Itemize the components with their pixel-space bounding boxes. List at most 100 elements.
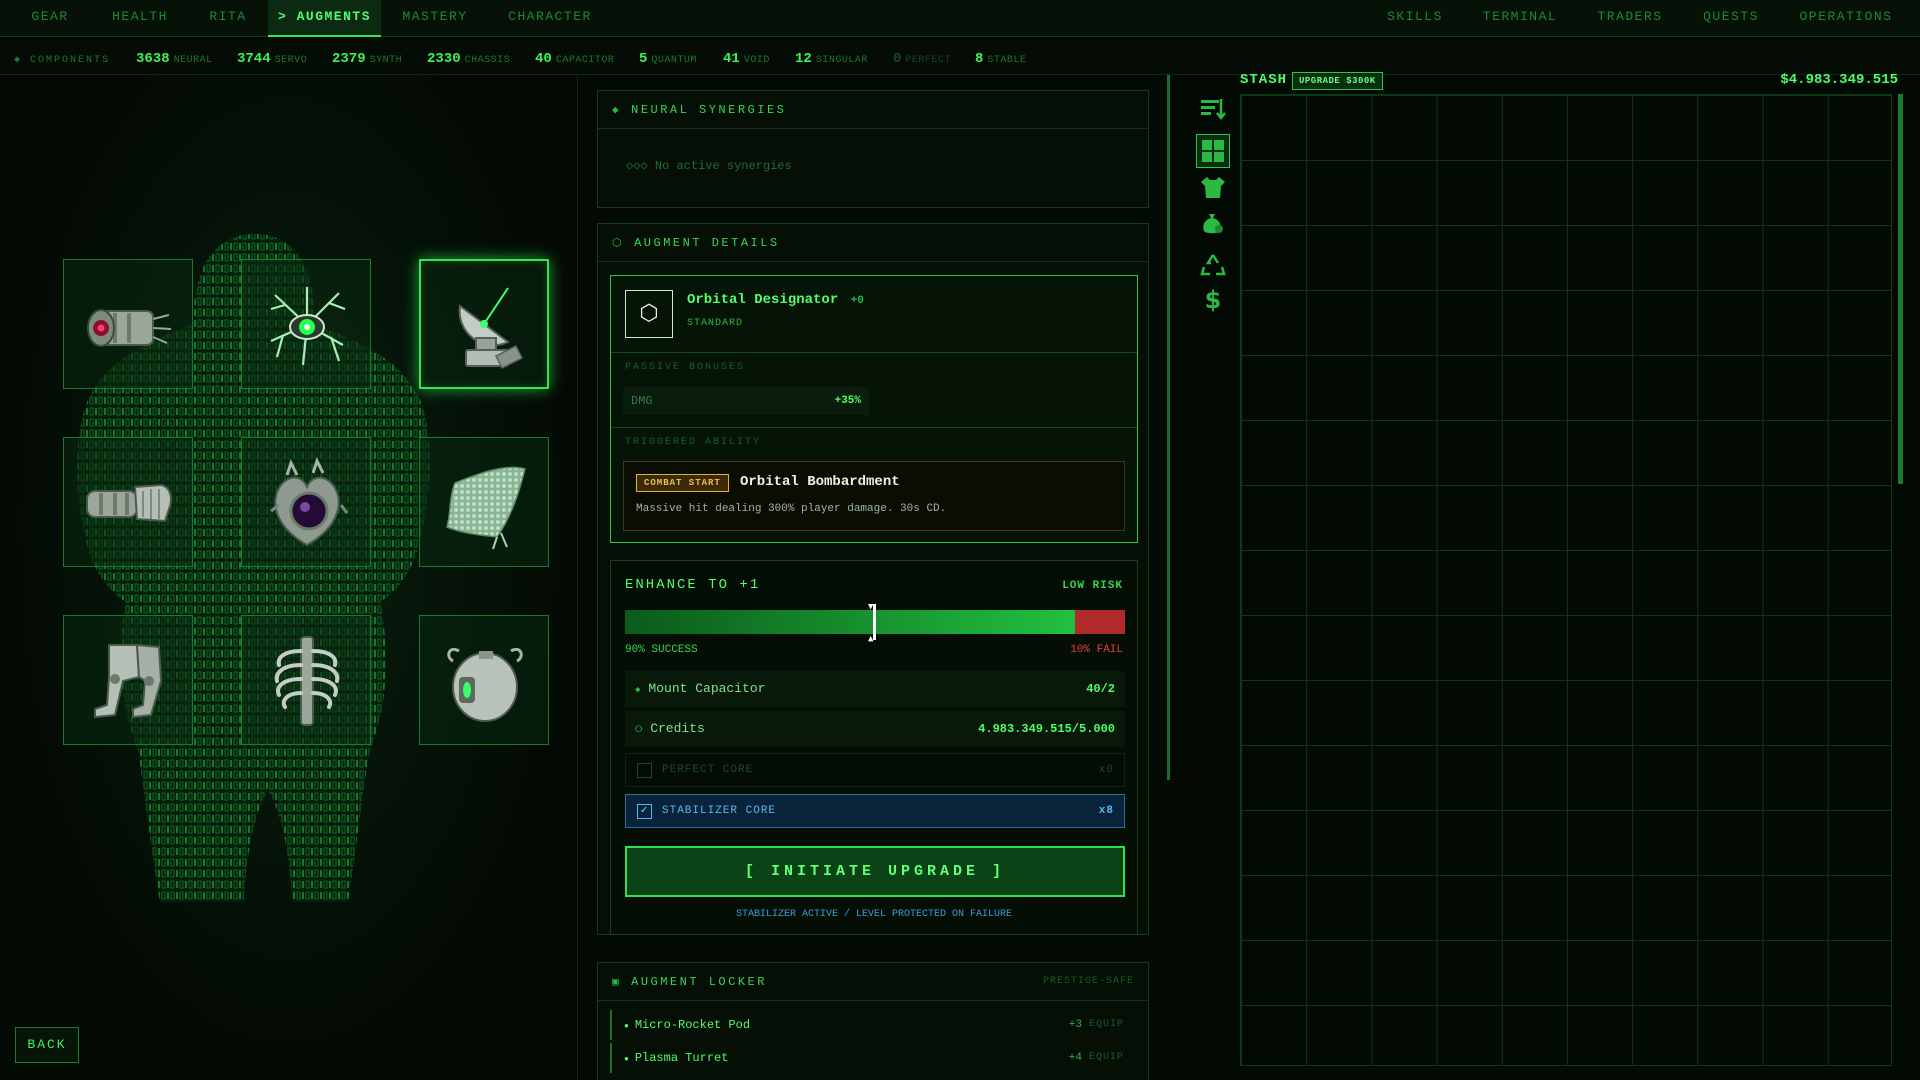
trigger-badge: COMBAT START: [636, 474, 729, 492]
tab-rita[interactable]: RITA: [198, 0, 258, 37]
passive-stat-value: +35%: [834, 395, 861, 407]
perfect-core-option[interactable]: PERFECT CORE x0: [625, 753, 1125, 787]
tab-operations[interactable]: OPERATIONS: [1796, 0, 1896, 37]
odds-success-fill: [625, 610, 1075, 634]
augment-level: +0: [850, 295, 864, 307]
divider: [611, 352, 1137, 353]
divider: [611, 427, 1137, 428]
spine-ribcage-icon: [274, 636, 340, 726]
components-title: ◆ COMPONENTS: [14, 55, 111, 66]
equip-button[interactable]: EQUIP: [1089, 1043, 1124, 1073]
component-void: 41 VOID: [723, 51, 770, 67]
stabilizer-note: STABILIZER ACTIVE / LEVEL PROTECTED ON F…: [735, 909, 1013, 920]
locker-item-level: +4: [1068, 1052, 1082, 1064]
tab-quests[interactable]: QUESTS: [1698, 0, 1764, 37]
initiate-upgrade-button[interactable]: [ INITIATE UPGRADE ]: [625, 846, 1125, 897]
tab-gear[interactable]: GEAR: [18, 0, 82, 37]
success-label: 90% SUCCESS: [625, 644, 698, 656]
equip-button[interactable]: EQUIP: [1089, 1010, 1124, 1040]
augment-details-card: ⬡ AUGMENT DETAILS ⬡ Orbital Designator +0…: [597, 223, 1149, 935]
stabilizer-core-checkbox[interactable]: ✓: [637, 804, 652, 819]
odds-bar: ▼ ▲: [625, 602, 1125, 644]
requirement-label: Mount Capacitor: [648, 681, 766, 696]
triggered-label: TRIGGERED ABILITY: [625, 437, 762, 448]
cyber-arm-icon: [86, 483, 172, 523]
cyber-legs-icon: [94, 643, 163, 719]
dollar-icon: $: [1204, 286, 1222, 314]
stash-grid[interactable]: [1240, 94, 1892, 1066]
augment-locker-card: ▣ AUGMENT LOCKER PRESTIGE-SAFE ● Micro-Roc…: [597, 962, 1149, 1080]
tab-traders[interactable]: TRADERS: [1592, 0, 1668, 37]
back-button[interactable]: BACK: [15, 1027, 79, 1063]
recycle-icon: [1200, 254, 1226, 276]
locker-item[interactable]: ● Micro-Rocket Pod +3 EQUIP: [610, 1010, 1138, 1040]
middle-scrollbar[interactable]: [1167, 75, 1170, 780]
tab-health[interactable]: HEALTH: [100, 0, 180, 37]
enhance-title: ENHANCE TO +1: [625, 577, 761, 593]
augment-title: Orbital Designator +0: [687, 292, 864, 308]
locker-item-level: +3: [1068, 1019, 1082, 1031]
grid-icon: [1202, 140, 1224, 162]
filter-gear-button[interactable]: [1196, 170, 1230, 204]
bullet-icon: ●: [624, 1055, 629, 1064]
locker-item[interactable]: ● Plasma Turret +4 EQUIP: [610, 1043, 1138, 1073]
tab-skills[interactable]: SKILLS: [1380, 0, 1450, 37]
augment-hex-icon: ⬡: [625, 290, 673, 338]
passive-stat-name: DMG: [631, 394, 653, 408]
sort-button[interactable]: [1196, 92, 1230, 126]
requirement-label: Credits: [650, 721, 705, 736]
slot-cyber-legs[interactable]: [63, 615, 193, 745]
stabilizer-core-option[interactable]: ✓ STABILIZER CORE x8: [625, 794, 1125, 828]
power-pack-icon: [447, 647, 523, 722]
component-quantum: 5 QUANTUM: [639, 51, 697, 67]
slot-cyber-arm[interactable]: [63, 437, 193, 567]
locker-icon: ▣: [612, 977, 622, 989]
slot-dermal-mesh[interactable]: [419, 437, 549, 567]
passive-stat-row: DMG +35%: [623, 387, 869, 415]
component-stable: 8 STABLE: [975, 51, 1027, 67]
tab-terminal[interactable]: TERMINAL: [1480, 0, 1560, 37]
slot-power-pack[interactable]: [419, 615, 549, 745]
odds-marker-bottom-icon: ▲: [868, 634, 874, 644]
perfect-core-label: PERFECT CORE: [662, 764, 754, 776]
loot-bag-icon: [1203, 214, 1223, 234]
component-perfect: 0 PERFECT: [893, 51, 951, 67]
risk-label: LOW RISK: [1062, 580, 1123, 592]
requirement-capacitor: ◆ Mount Capacitor 40/2: [625, 671, 1125, 707]
slot-spine-ribcage[interactable]: [241, 615, 371, 745]
sell-button[interactable]: $: [1196, 283, 1230, 317]
perfect-core-checkbox[interactable]: [637, 763, 652, 778]
diamond-icon: ◆: [612, 105, 622, 117]
requirement-value: 40/2: [1086, 682, 1115, 696]
capacitor-icon: ◆: [635, 685, 641, 695]
upgrade-stash-button[interactable]: UPGRADE $300K: [1292, 72, 1383, 90]
slot-eye-implant[interactable]: [63, 259, 193, 389]
tab-augments[interactable]: > AUGMENTS: [268, 0, 381, 37]
satellite-dish-icon: [458, 287, 524, 370]
filter-loot-button[interactable]: [1196, 206, 1230, 240]
requirement-value: 4.983.349.515/5.000: [978, 722, 1115, 736]
filter-all-button[interactable]: [1196, 134, 1230, 168]
recycle-button[interactable]: [1196, 248, 1230, 282]
ability-name: Orbital Bombardment: [740, 474, 900, 490]
enhance-panel: ENHANCE TO +1 LOW RISK ▼ ▲ 90% SUCCESS 1…: [610, 560, 1138, 935]
sort-icon: [1201, 99, 1226, 121]
odds-marker-top-icon: ▼: [868, 602, 874, 612]
locker-tag: PRESTIGE-SAFE: [1042, 976, 1134, 987]
augment-info-panel: ⬡ Orbital Designator +0 STANDARD PASSIVE…: [610, 275, 1138, 543]
tab-mastery[interactable]: MASTERY: [396, 0, 474, 37]
slot-satellite-designator[interactable]: [419, 259, 549, 389]
slot-cyber-heart[interactable]: [241, 437, 371, 567]
component-servo: 3744 SERVO: [237, 51, 308, 67]
augment-locker-header: ▣ AUGMENT LOCKER PRESTIGE-SAFE: [598, 963, 1148, 1001]
tab-character[interactable]: CHARACTER: [500, 0, 600, 37]
neural-core-icon: [270, 287, 346, 366]
augment-details-header: ⬡ AUGMENT DETAILS: [598, 224, 1148, 262]
component-chassis: 2330 CHASSIS: [427, 51, 511, 67]
augment-name: Orbital Designator: [687, 292, 839, 308]
synergies-empty: ◇◇◇ No active synergies: [626, 159, 792, 173]
credits-icon: ⭘: [635, 725, 643, 735]
stash-title: STASH: [1240, 72, 1288, 88]
slot-neural-core[interactable]: [241, 259, 371, 389]
stash-scrollbar[interactable]: [1898, 94, 1903, 484]
